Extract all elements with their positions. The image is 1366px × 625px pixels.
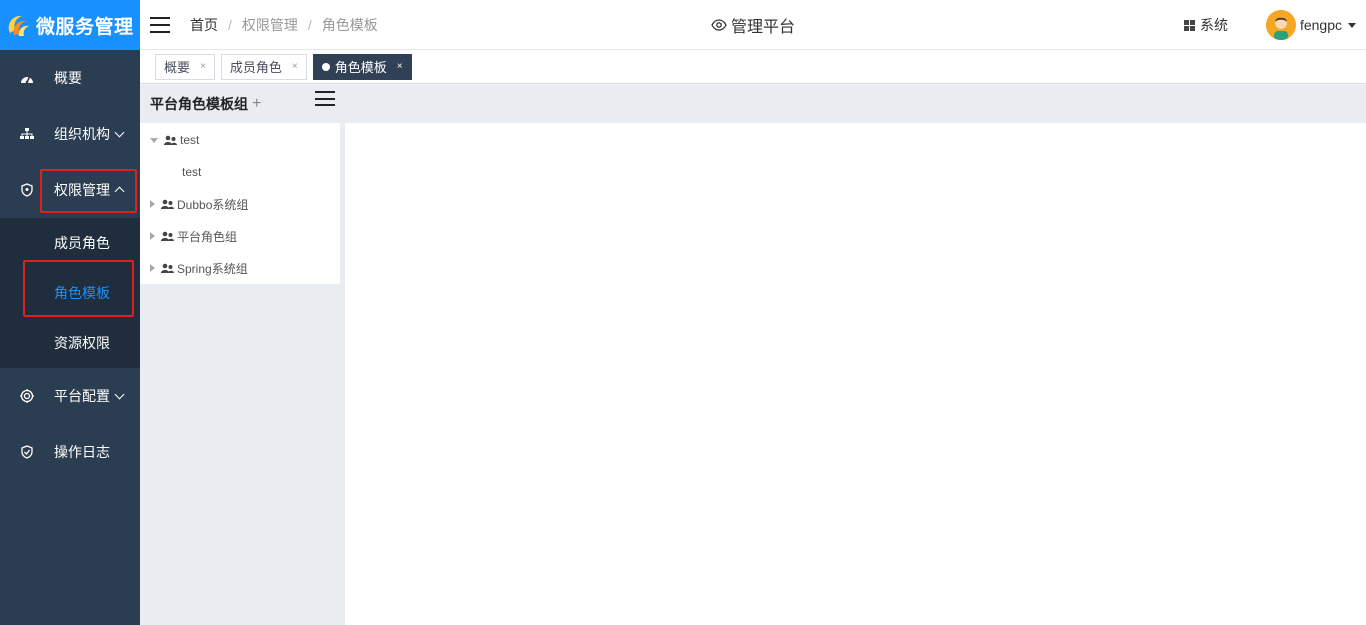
username[interactable]: fengpc [1300,17,1342,33]
sidebar-item-permissions[interactable]: 权限管理 [0,162,140,218]
sidebar-item-label: 资源权限 [54,335,110,351]
tab-label: 成员角色 [229,60,282,75]
caret-down-icon[interactable] [1348,22,1356,28]
caret-right-icon[interactable] [150,264,155,272]
sidebar: 微服务管理 概要 组织机构 权限管理 成员角色 角色模板 资源权限 平台配置 操… [0,0,140,625]
avatar[interactable] [1265,10,1296,40]
breadcrumb-separator: / [307,16,312,33]
sidebar-item-label: 概要 [54,70,82,86]
sidebar-item-label: 成员角色 [54,235,110,251]
content-toolbar-strip [345,85,1366,123]
sidebar-item-label: 操作日志 [54,444,110,460]
group-icon [161,199,174,210]
breadcrumb-home[interactable]: 首页 [190,15,218,35]
tree-menu-icon[interactable] [315,91,335,106]
group-icon [161,263,174,274]
system-menu[interactable]: 系统 [1183,15,1228,35]
tree-node-label: Spring系统组 [177,261,248,276]
sidebar-item-label: 组织机构 [54,126,110,142]
caret-right-icon[interactable] [150,232,155,240]
tree-title: 平台角色模板组 [150,96,248,112]
tab-overview[interactable]: 概要 × [155,53,215,80]
add-group-button[interactable]: + [252,95,261,113]
tab-role-templates[interactable]: 角色模板 × [312,53,412,80]
tree-node-label: test [180,133,200,147]
gear-icon [20,389,34,403]
tree-node-label: 平台角色组 [177,229,238,244]
tab-member-roles[interactable]: 成员角色 × [220,53,307,80]
breadcrumb-separator: / [228,16,232,33]
tree-node[interactable]: Spring系统组 [140,252,340,284]
tab-label: 角色模板 [334,60,387,75]
sidebar-item-member-roles[interactable]: 成员角色 [0,218,140,268]
chevron-up-icon [114,186,125,197]
tabs-bar: 概要 × 成员角色 × 角色模板 × [140,50,1366,84]
sidebar-item-label: 权限管理 [54,182,110,198]
sidebar-item-operation-log[interactable]: 操作日志 [0,424,140,480]
close-icon[interactable]: × [397,61,403,72]
logo-text: 微服务管理 [36,16,134,38]
sidebar-item-platform-config[interactable]: 平台配置 [0,368,140,424]
caret-right-icon[interactable] [150,200,155,208]
org-tree-icon [20,127,34,141]
tree-node-label: test [182,165,202,179]
platform-title: 管理平台 [711,0,795,50]
permissions-submenu: 成员角色 角色模板 资源权限 [0,218,140,368]
tree-node[interactable]: test [140,156,340,188]
sidebar-item-label: 角色模板 [54,285,110,301]
breadcrumb-permissions[interactable]: 权限管理 [242,15,298,35]
main-content: 平台角色模板组 + test test Dubbo系统组 平台角色组 Sprin… [140,85,1366,625]
active-dot-icon [321,62,330,71]
breadcrumb-current: 角色模板 [321,16,378,33]
sidebar-item-resource-permissions[interactable]: 资源权限 [0,318,140,368]
close-icon[interactable]: × [292,61,298,72]
eye-icon [711,19,727,31]
sidebar-item-label: 平台配置 [54,388,110,404]
platform-title-text: 管理平台 [731,19,796,36]
shield-icon [20,183,34,197]
sidebar-item-organization[interactable]: 组织机构 [0,106,140,162]
close-icon[interactable]: × [200,61,206,72]
chevron-down-icon [114,127,125,137]
group-icon [161,231,174,242]
menu-toggle-icon[interactable] [150,16,170,33]
tree-node-label: Dubbo系统组 [177,197,249,212]
group-icon [164,135,177,146]
tree: test test Dubbo系统组 平台角色组 Spring系统组 [140,123,340,284]
dashboard-icon [20,71,34,85]
top-header: 首页 / 权限管理 / 角色模板 管理平台 系统 fengpc [140,0,1366,50]
tree-panel: 平台角色模板组 + test test Dubbo系统组 平台角色组 Sprin… [140,85,345,625]
tree-node[interactable]: Dubbo系统组 [140,188,340,220]
system-label: 系统 [1199,17,1228,33]
breadcrumb: 首页 / 权限管理 / 角色模板 [190,15,378,35]
log-icon [20,445,34,459]
logo-icon [4,11,32,39]
sidebar-item-role-templates[interactable]: 角色模板 [0,268,140,318]
tree-node[interactable]: 平台角色组 [140,220,340,252]
tree-node[interactable]: test [140,124,340,156]
grid-icon [1183,19,1195,31]
tab-label: 概要 [164,60,191,75]
header-right: 系统 fengpc [1183,0,1356,50]
logo[interactable]: 微服务管理 [0,0,140,50]
chevron-down-icon [114,389,125,399]
caret-down-icon[interactable] [150,137,158,143]
sidebar-item-overview[interactable]: 概要 [0,50,140,106]
